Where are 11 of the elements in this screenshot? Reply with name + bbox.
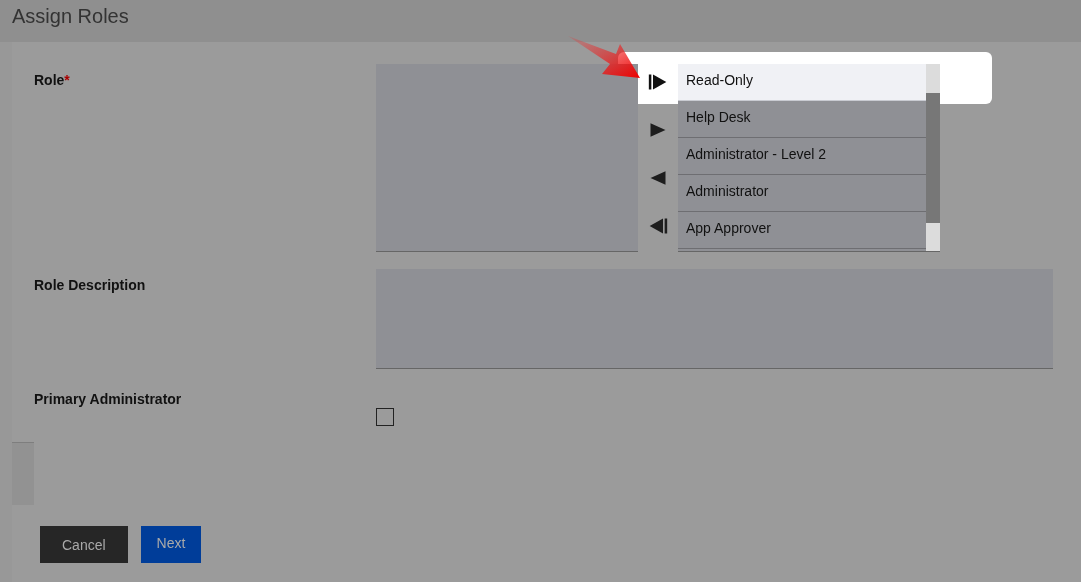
role-label: Role* [34, 71, 71, 90]
role-description-field[interactable] [376, 269, 1053, 369]
primary-administrator-label: Primary Administrator [34, 391, 183, 409]
role-option[interactable]: Read-Only [678, 64, 926, 101]
assigned-roles-list[interactable]: Read-Only Help Desk Administrator - Level 2 Administrator App Approver [678, 64, 940, 252]
cancel-button[interactable]: Cancel [40, 526, 128, 563]
primary-administrator-checkbox[interactable] [376, 408, 394, 426]
role-description-label: Role Description [34, 276, 147, 295]
scrollbar[interactable] [926, 64, 940, 251]
next-button[interactable]: Next [140, 526, 202, 563]
page-title: Assign Roles [12, 5, 129, 28]
